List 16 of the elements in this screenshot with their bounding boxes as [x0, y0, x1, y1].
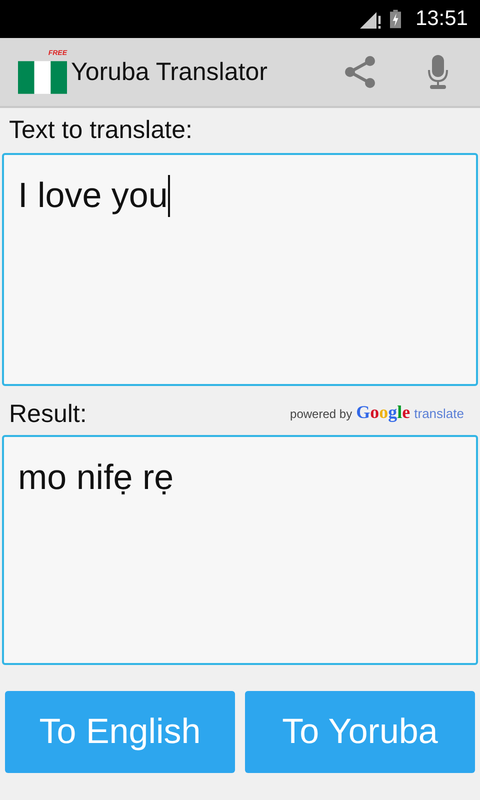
signal-icon — [360, 10, 382, 28]
input-label: Text to translate: — [8, 115, 194, 145]
translate-text: translate — [414, 406, 464, 421]
flag-icon — [18, 61, 67, 94]
input-field[interactable]: I love you — [2, 153, 478, 386]
translate-button[interactable]: To English — [5, 691, 235, 773]
result-label: Result: — [8, 399, 88, 429]
result-box: mo nifẹ rẹ — [2, 435, 478, 665]
app-title: Yoruba Translator — [71, 58, 268, 86]
microphone-icon[interactable] — [427, 55, 449, 89]
powered-by-text: powered by — [290, 407, 352, 421]
share-icon[interactable] — [343, 55, 377, 89]
battery-charging-icon — [390, 9, 402, 29]
google-logo: Google — [356, 402, 410, 423]
status-time: 13:51 — [415, 7, 468, 31]
translate-button[interactable]: To Yoruba — [245, 691, 475, 773]
